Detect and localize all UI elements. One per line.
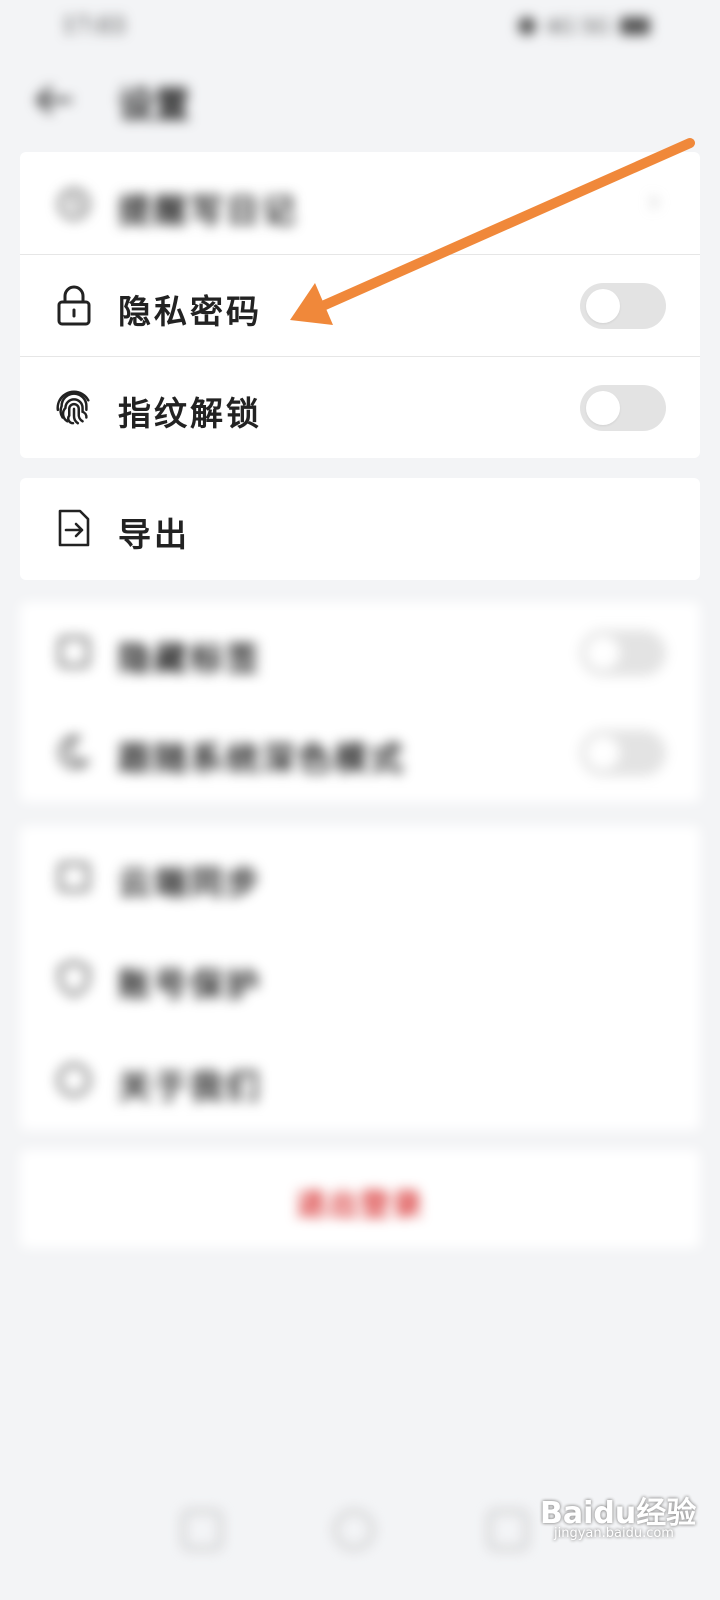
watermark: Baidu经验 jingyan.baidu.com bbox=[540, 1488, 696, 1541]
recent-apps-icon[interactable] bbox=[182, 1510, 222, 1550]
home-icon[interactable] bbox=[334, 1510, 374, 1550]
watermark-sub: jingyan.baidu.com bbox=[554, 1526, 674, 1541]
annotation-arrow bbox=[290, 138, 695, 325]
back-nav-icon[interactable] bbox=[488, 1510, 528, 1550]
arrow-shaft bbox=[313, 138, 695, 313]
